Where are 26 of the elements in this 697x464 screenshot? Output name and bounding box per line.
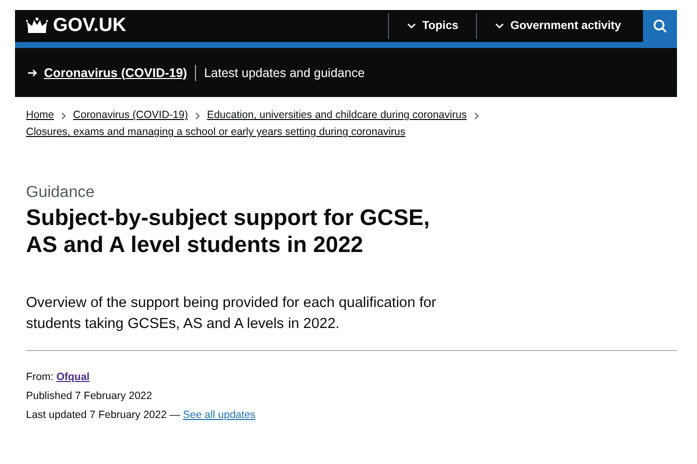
nav-button[interactable]: Topics — [388, 13, 476, 39]
caption: Guidance — [26, 184, 96, 202]
published-date: Published 7 February 2022 — [26, 389, 154, 404]
banner-link[interactable]: Coronavirus (COVID-19) — [44, 66, 188, 80]
from-label: From: — [26, 371, 54, 383]
page-title: Subject-by-subject support for GCSE, AS and A level students in 2022 — [26, 204, 431, 258]
crown-icon — [26, 17, 48, 35]
banner-text: Latest updates and guidance — [204, 66, 365, 80]
summary-text: Overview of the support being provided for each qualification for students taking GCSEs, AS and A levels in 2022. — [26, 294, 438, 334]
chevron-icon — [495, 23, 504, 29]
nav-button[interactable]: Government activity — [476, 13, 639, 39]
updates-link[interactable]: See all updates — [183, 409, 256, 421]
chevron-icon — [61, 112, 66, 120]
chevron-icon — [474, 112, 479, 120]
chevron-icon — [194, 112, 200, 120]
breadcrumb-link[interactable]: Education, universities and childcare during coronavirus — [206, 107, 467, 124]
breadcrumb-link[interactable]: Coronavirus (COVID-19) — [73, 107, 188, 124]
breadcrumb-link[interactable]: Closures, exams and managing a school or early years setting during coronavirus — [26, 124, 406, 141]
chevron-icon — [407, 23, 416, 29]
organisation-link[interactable]: Ofqual — [56, 371, 90, 383]
updated-date: Last updated 7 February 2022 — — [26, 409, 180, 421]
search-icon — [653, 19, 667, 33]
breadcrumb-link[interactable]: Home — [26, 107, 54, 124]
logo-text[interactable]: GOV.UK — [53, 15, 126, 37]
arrow-icon — [28, 68, 38, 76]
search-button[interactable] — [643, 10, 677, 42]
